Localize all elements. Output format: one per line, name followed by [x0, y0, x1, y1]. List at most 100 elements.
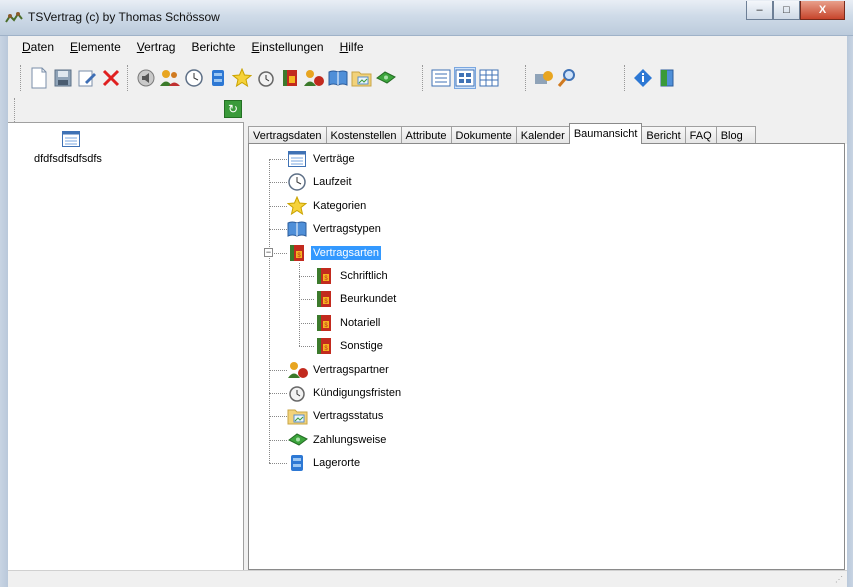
- alarm-clock-icon[interactable]: [255, 67, 277, 89]
- tree-node-label[interactable]: Kündigungsfristen: [311, 386, 403, 400]
- tree-node[interactable]: $ Schriftlich: [314, 266, 390, 286]
- list-view-icon[interactable]: [430, 67, 452, 89]
- tree-connector: [269, 369, 287, 371]
- menu-berichte[interactable]: Berichte: [183, 40, 243, 54]
- category-tree: Verträge Laufzeit Kategorien Vertragstypen $…: [249, 144, 844, 569]
- star-icon: [286, 195, 308, 216]
- delete-icon[interactable]: [100, 67, 122, 89]
- toolbar-grip[interactable]: [422, 65, 425, 91]
- tree-node-label[interactable]: Zahlungsweise: [311, 433, 388, 447]
- book-icon: [287, 219, 307, 239]
- menu-elemente[interactable]: Elemente: [62, 40, 129, 54]
- tab-blog[interactable]: Blog: [715, 126, 756, 144]
- window-controls: – □ X: [746, 1, 845, 21]
- tab-dokumente[interactable]: Dokumente: [450, 126, 517, 144]
- resize-grip-icon[interactable]: ⋰: [835, 575, 845, 585]
- secondary-toolbar: ↻: [8, 98, 847, 124]
- partner-icon: [287, 360, 308, 380]
- tree-connector: [269, 205, 287, 207]
- search-icon[interactable]: [557, 67, 579, 89]
- tree-view-panel: Verträge Laufzeit Kategorien Vertragstypen $…: [248, 143, 845, 570]
- red-book-icon: $: [314, 313, 334, 333]
- tree-node[interactable]: $ Vertragsarten: [287, 243, 382, 263]
- tree-connector: [269, 229, 287, 231]
- tree-connector: [269, 159, 287, 160]
- tree-node-label[interactable]: Vertragspartner: [311, 363, 391, 377]
- tree-node-label[interactable]: Verträge: [311, 152, 357, 166]
- book-red-icon[interactable]: [279, 67, 301, 89]
- toolbar-grip[interactable]: [14, 98, 17, 124]
- filter-field[interactable]: [18, 100, 218, 120]
- grid-view-icon[interactable]: [478, 67, 500, 89]
- partner-icon[interactable]: [303, 67, 325, 89]
- speaker-icon[interactable]: [135, 67, 157, 89]
- minimize-button[interactable]: –: [746, 1, 773, 20]
- tree-node[interactable]: Vertragspartner: [287, 360, 391, 380]
- menu-hilfe[interactable]: Hilfe: [332, 40, 372, 54]
- tab-vertragsdaten[interactable]: Vertragsdaten: [248, 126, 327, 144]
- tree-node-label[interactable]: Lagerorte: [311, 456, 362, 470]
- folder-image-icon: [287, 406, 308, 426]
- contract-icon[interactable]: [62, 131, 80, 147]
- tree-connector: [299, 262, 300, 347]
- tree-connector: [299, 322, 314, 324]
- open-book-icon[interactable]: [327, 67, 349, 89]
- tree-node[interactable]: $ Sonstige: [314, 336, 385, 356]
- tree-node[interactable]: Laufzeit: [287, 172, 354, 192]
- tree-node[interactable]: Lagerorte: [287, 453, 362, 473]
- title-bar[interactable]: TSVertrag (c) by Thomas Schössow – □ X: [0, 0, 853, 36]
- collapse-icon[interactable]: −: [264, 247, 273, 257]
- money-icon[interactable]: [375, 67, 397, 89]
- tools-icon[interactable]: [533, 67, 555, 89]
- toolbar-grip[interactable]: [20, 65, 23, 91]
- star-icon[interactable]: [231, 67, 253, 89]
- clock-icon[interactable]: [183, 67, 205, 89]
- exit-icon[interactable]: [656, 67, 678, 89]
- tree-node-label[interactable]: Vertragstypen: [311, 222, 383, 236]
- close-button[interactable]: X: [800, 1, 845, 20]
- edit-icon[interactable]: [76, 67, 98, 89]
- tree-node[interactable]: Kündigungsfristen: [287, 383, 403, 403]
- people-icon[interactable]: [159, 67, 181, 89]
- tree-node-label[interactable]: Notariell: [338, 316, 382, 330]
- save-icon[interactable]: [52, 67, 74, 89]
- refresh-icon[interactable]: ↻: [224, 100, 242, 118]
- folder-image-icon[interactable]: [351, 67, 373, 89]
- tree-node-label[interactable]: Schriftlich: [338, 269, 390, 283]
- tree-node[interactable]: $ Notariell: [314, 313, 382, 333]
- detail-view-icon[interactable]: [454, 67, 476, 89]
- tree-node[interactable]: $ Beurkundet: [314, 289, 398, 309]
- new-document-icon[interactable]: [28, 67, 50, 89]
- info-icon[interactable]: [632, 67, 654, 89]
- red-book-icon: $: [314, 289, 334, 309]
- tree-node-label[interactable]: Beurkundet: [338, 292, 398, 306]
- tree-node-label[interactable]: Sonstige: [338, 339, 385, 353]
- menu-vertrag[interactable]: Vertrag: [129, 40, 184, 54]
- tab-kostenstellen[interactable]: Kostenstellen: [325, 126, 402, 144]
- tree-node[interactable]: Verträge: [287, 149, 357, 169]
- toolbar-grip[interactable]: [624, 65, 627, 91]
- toolbar-grip[interactable]: [127, 65, 130, 91]
- storage-icon[interactable]: [207, 67, 229, 89]
- alarm-clock-icon: [287, 383, 307, 403]
- tree-node-label[interactable]: Kategorien: [311, 199, 368, 213]
- tab-bericht[interactable]: Bericht: [641, 126, 686, 144]
- tree-node-label[interactable]: Laufzeit: [311, 175, 354, 189]
- tree-node[interactable]: Vertragstypen: [287, 219, 383, 239]
- tree-node[interactable]: Vertragsstatus: [287, 406, 385, 426]
- tree-node-label[interactable]: Vertragsarten: [311, 245, 382, 260]
- tree-node[interactable]: Kategorien: [286, 195, 368, 216]
- tab-baumansicht[interactable]: Baumansicht: [568, 123, 643, 144]
- tab-faq[interactable]: FAQ: [684, 126, 717, 144]
- tab-kalender[interactable]: Kalender: [515, 126, 570, 144]
- contract-item-label[interactable]: dfdfsdfsdfsdfs: [34, 153, 102, 165]
- tree-connector: [269, 182, 287, 184]
- tree-node[interactable]: Zahlungsweise: [287, 430, 388, 450]
- maximize-button[interactable]: □: [773, 1, 800, 20]
- menu-daten[interactable]: Daten: [14, 40, 62, 54]
- menu-einstellungen[interactable]: Einstellungen: [243, 40, 331, 54]
- tree-connector: [299, 299, 314, 301]
- toolbar-grip[interactable]: [525, 65, 528, 91]
- tree-node-label[interactable]: Vertragsstatus: [311, 409, 385, 423]
- tab-attribute[interactable]: Attribute: [400, 126, 452, 144]
